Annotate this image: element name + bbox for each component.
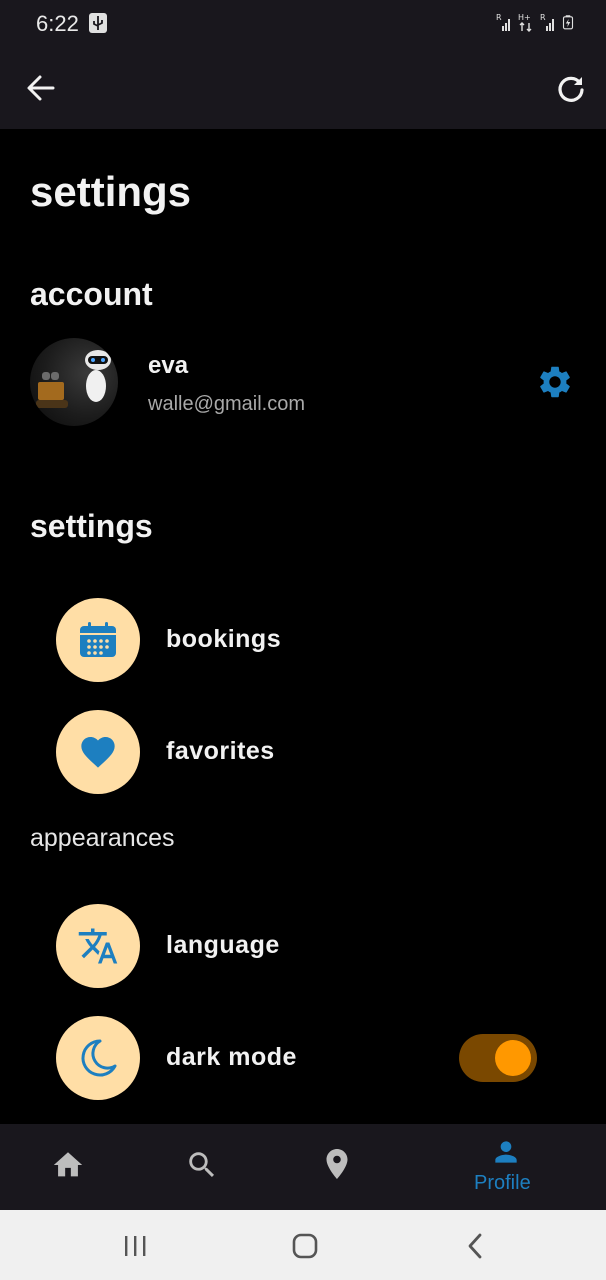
signal-icon: R [496,13,510,31]
nav-home[interactable] [40,1124,96,1210]
calendar-icon [80,622,116,657]
nav-profile-label: Profile [474,1172,531,1194]
recent-apps-icon[interactable] [122,1234,150,1258]
person-icon [495,1141,517,1163]
nav-location[interactable] [309,1124,365,1210]
calendar-icon-circle [56,598,140,682]
status-bar: 6:22 R H+ R [0,0,606,46]
menu-label-dark-mode: dark mode [166,1043,297,1071]
account-name: eva [148,352,189,379]
menu-item-bookings[interactable]: bookings [56,598,556,682]
heart-icon [81,737,115,768]
menu-label-language: language [166,931,280,959]
usb-icon [89,13,107,33]
system-navigation-bar [0,1210,606,1280]
home-button-icon[interactable] [291,1233,319,1259]
svg-text:R: R [496,13,502,22]
search-icon [189,1152,215,1178]
nav-profile[interactable]: Profile [466,1124,546,1210]
dark-mode-toggle-knob [495,1040,531,1076]
home-icon [53,1152,83,1177]
translate-icon-circle [56,904,140,988]
status-time: 6:22 [36,11,79,36]
dark-mode-toggle[interactable] [459,1034,537,1082]
avatar-image [36,350,111,408]
heart-icon-circle [56,710,140,794]
svg-text:H+: H+ [518,13,531,22]
account-email: walle@gmail.com [148,393,306,415]
nav-search[interactable] [174,1124,230,1210]
page-title: settings [30,168,192,215]
battery-icon [562,15,574,30]
svg-text:R: R [540,13,546,22]
app-bar [0,46,606,129]
system-back-icon[interactable] [464,1232,486,1260]
data-icon: H+ [518,13,532,32]
status-icons: R H+ R [496,12,574,32]
back-arrow-icon[interactable] [26,74,56,102]
translate-icon [78,928,118,964]
refresh-icon[interactable] [556,74,586,104]
moon-icon-circle [56,1016,140,1100]
moon-icon [81,1039,117,1077]
menu-item-favorites[interactable]: favorites [56,710,556,794]
appearances-section-title: appearances [30,824,175,852]
menu-label-bookings: bookings [166,625,282,653]
location-pin-icon [326,1149,348,1179]
avatar [30,338,118,426]
bottom-navigation: Profile [0,1124,606,1210]
menu-label-favorites: favorites [166,737,275,765]
settings-section-title: settings [30,508,153,544]
signal-icon-2: R [540,13,554,31]
gear-icon[interactable] [536,363,574,401]
menu-item-language[interactable]: language [56,904,556,988]
account-section-title: account [30,276,153,312]
